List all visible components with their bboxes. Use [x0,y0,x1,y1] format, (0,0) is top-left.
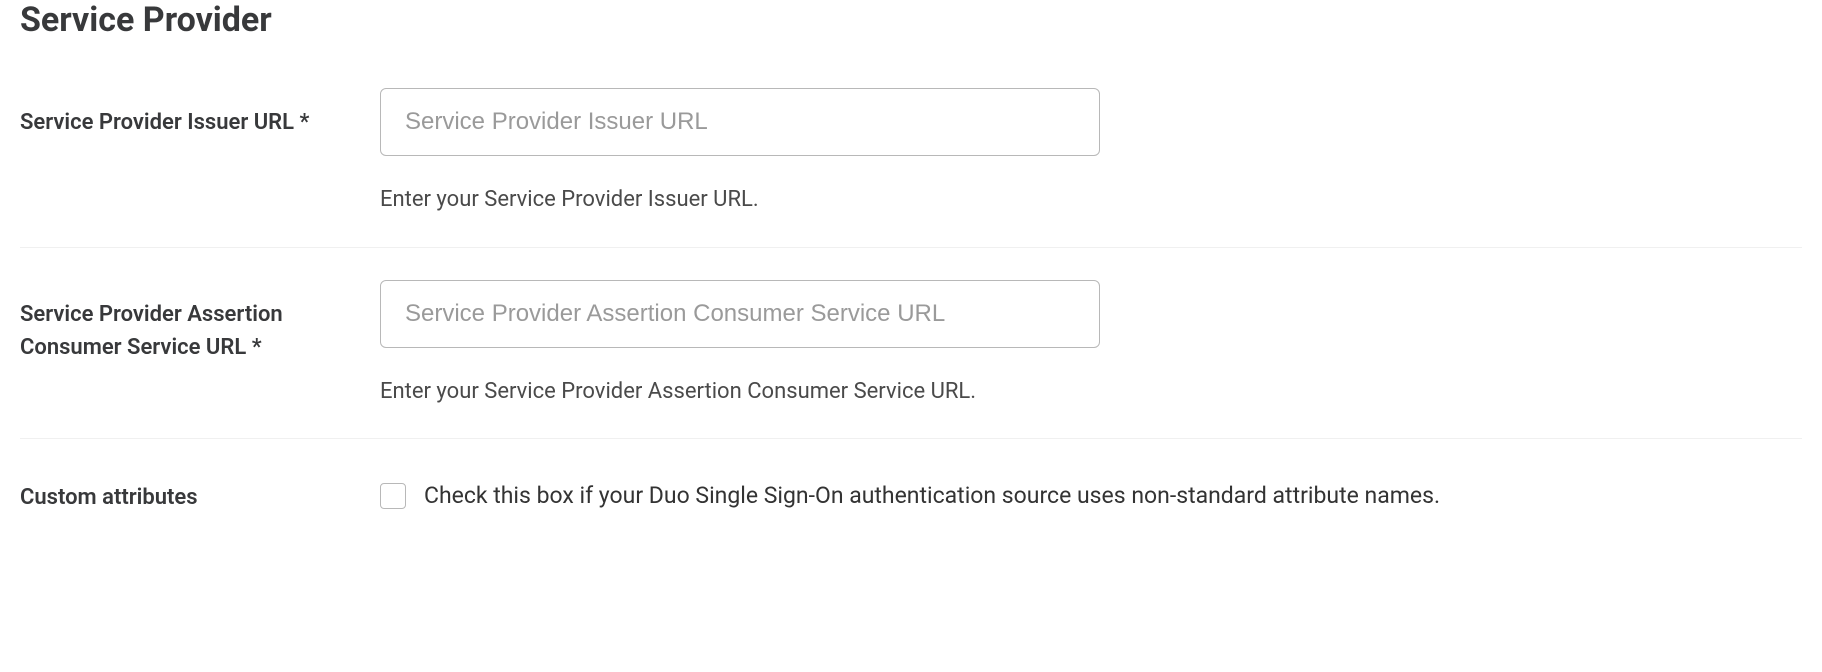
acs-url-help: Enter your Service Provider Assertion Co… [380,378,1802,407]
form-row-issuer-url: Service Provider Issuer URL * Enter your… [20,88,1802,248]
form-input-col: Enter your Service Provider Issuer URL. [380,88,1802,215]
form-row-acs-url: Service Provider Assertion Consumer Serv… [20,248,1802,440]
acs-url-input[interactable] [380,280,1100,348]
checkbox-row: Check this box if your Duo Single Sign-O… [380,471,1802,511]
issuer-url-label: Service Provider Issuer URL * [20,110,309,135]
issuer-url-help: Enter your Service Provider Issuer URL. [380,186,1802,215]
form-input-col: Enter your Service Provider Assertion Co… [380,280,1802,407]
section-title: Service Provider [20,0,1802,40]
form-label-col: Custom attributes [20,471,380,514]
acs-url-label: Service Provider Assertion Consumer Serv… [20,302,283,360]
form-label-col: Service Provider Issuer URL * [20,88,380,139]
form-input-col: Check this box if your Duo Single Sign-O… [380,471,1802,511]
issuer-url-input[interactable] [380,88,1100,156]
custom-attributes-checkbox-label: Check this box if your Duo Single Sign-O… [424,481,1440,511]
custom-attributes-checkbox[interactable] [380,483,406,509]
custom-attributes-label: Custom attributes [20,485,198,510]
form-label-col: Service Provider Assertion Consumer Serv… [20,280,380,364]
form-row-custom-attributes: Custom attributes Check this box if your… [20,439,1802,546]
